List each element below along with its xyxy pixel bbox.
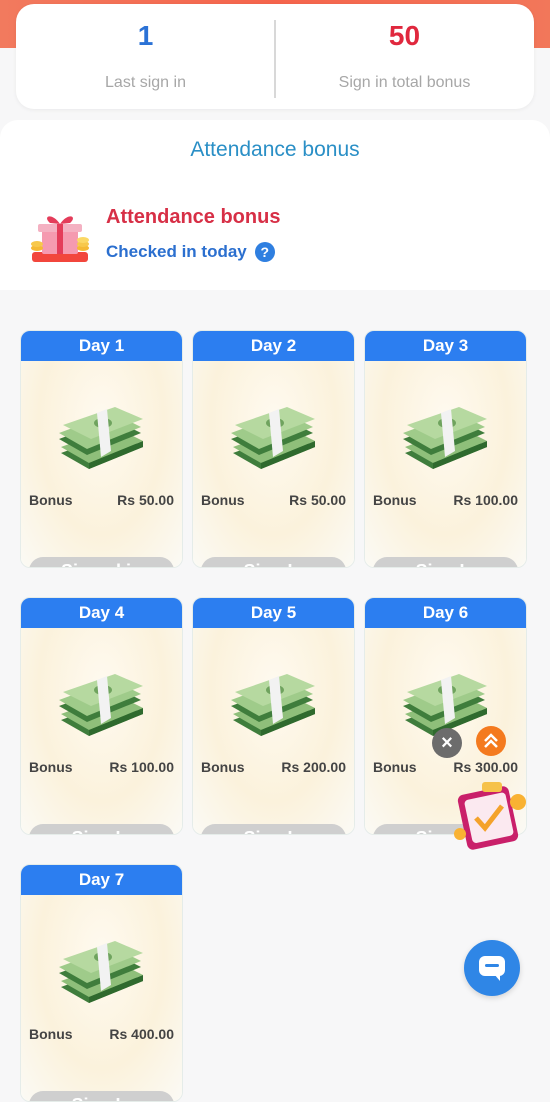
day-card-body: Bonus Rs 100.00 Sign In (21, 628, 182, 834)
money-stack-icon (403, 407, 487, 469)
last-sign-in-value: 1 (137, 20, 154, 51)
bonus-label: Bonus (29, 492, 73, 508)
attendance-heading: Attendance bonus (106, 206, 281, 228)
day-card-body: Bonus Rs 50.00 Sign In (193, 361, 354, 567)
day-card-title: Day 2 (193, 331, 354, 361)
sign-in-button[interactable]: Signed in (29, 557, 174, 567)
money-stack-icon (231, 674, 315, 736)
day-card-body: Bonus Rs 400.00 Sign In (21, 895, 182, 1101)
day-card: Day 5 Bonus Rs 200.00 Sign In (192, 597, 355, 835)
double-chevron-up-icon[interactable] (476, 726, 506, 756)
bonus-label: Bonus (29, 1026, 73, 1042)
day-card-body: Bonus Rs 200.00 Sign In (193, 628, 354, 834)
chevron-up-glyph (484, 733, 498, 748)
bonus-amount: Rs 300.00 (453, 759, 518, 775)
last-sign-in-label: Last sign in (105, 74, 186, 91)
gift-icon (31, 216, 89, 262)
checked-in-status: Checked in today ? (106, 242, 275, 262)
day-card-title: Day 6 (365, 598, 526, 628)
chat-bubble-glyph (479, 956, 505, 981)
day-card-title: Day 7 (21, 865, 182, 895)
bonus-label: Bonus (201, 759, 245, 775)
day-card-title: Day 1 (21, 331, 182, 361)
close-icon[interactable]: × (432, 728, 462, 758)
day-card-title: Day 3 (365, 331, 526, 361)
bonus-label: Bonus (373, 492, 417, 508)
day-card: Day 4 Bonus Rs 100.00 Sign In (20, 597, 183, 835)
sign-in-button[interactable]: Sign In (201, 824, 346, 834)
help-icon[interactable]: ? (254, 242, 275, 262)
last-sign-in-stat: 1 Last sign in (16, 4, 275, 109)
bonus-amount: Rs 50.00 (289, 492, 346, 508)
bonus-amount: Rs 50.00 (117, 492, 174, 508)
gift-box-promo-icon[interactable] (452, 776, 534, 852)
attendance-section-title: Attendance bonus (190, 138, 360, 161)
bonus-label: Bonus (201, 492, 245, 508)
money-stack-icon (59, 941, 143, 1003)
day-card: Day 2 Bonus Rs 50.00 Sign In (192, 330, 355, 568)
day-card-body: Bonus Rs 50.00 Signed in (21, 361, 182, 567)
day-card-title: Day 5 (193, 598, 354, 628)
day-card: Day 3 Bonus Rs 100.00 Sign In (364, 330, 527, 568)
total-bonus-label: Sign in total bonus (338, 74, 471, 91)
bonus-label: Bonus (373, 759, 417, 775)
bonus-label: Bonus (29, 759, 73, 775)
sign-in-button[interactable]: Sign In (201, 557, 346, 567)
sign-in-stats-card: 1 Last sign in 50 Sign in total bonus (16, 4, 534, 109)
sign-in-button[interactable]: Sign In (29, 1091, 174, 1101)
day-card: Day 7 Bonus Rs 400.00 Sign In (20, 864, 183, 1102)
bonus-amount: Rs 100.00 (453, 492, 518, 508)
bonus-amount: Rs 100.00 (109, 759, 174, 775)
total-bonus-value: 50 (388, 20, 421, 51)
total-bonus-stat: 50 Sign in total bonus (275, 4, 534, 109)
day-card-title: Day 4 (21, 598, 182, 628)
sign-in-button[interactable]: Sign In (373, 557, 518, 567)
chat-icon[interactable] (464, 940, 520, 996)
money-stack-icon (231, 407, 315, 469)
day-card-body: Bonus Rs 100.00 Sign In (365, 361, 526, 567)
bonus-amount: Rs 400.00 (109, 1026, 174, 1042)
attendance-card: Attendance bonus Attendance bonus Checke… (0, 120, 550, 290)
money-stack-icon (59, 407, 143, 469)
checked-in-text: Checked in today (106, 242, 247, 261)
sign-in-button[interactable]: Sign In (29, 824, 174, 834)
bonus-amount: Rs 200.00 (281, 759, 346, 775)
day-card: Day 1 Bonus Rs 50.00 Signed in (20, 330, 183, 568)
money-stack-icon (59, 674, 143, 736)
